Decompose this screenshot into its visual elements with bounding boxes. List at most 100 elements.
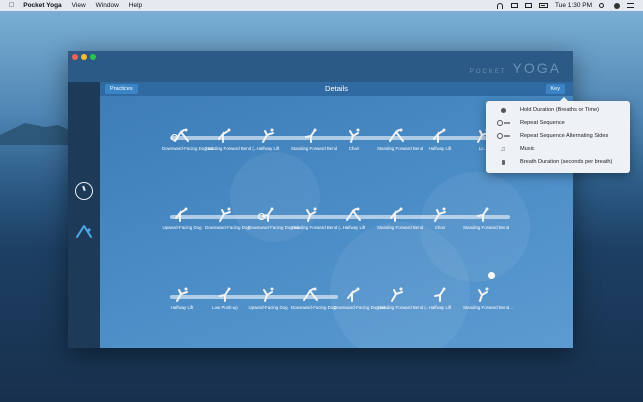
pose-item[interactable]: Standing Forward Bend (... bbox=[377, 286, 430, 310]
brand-pocket: POCKET bbox=[469, 69, 507, 75]
pose-item[interactable]: Downward-Facing Dog bbox=[205, 206, 250, 230]
key-popover: Hold Duration (Breaths or Time) Repeat S… bbox=[486, 97, 630, 173]
pose-label: Standing Forward Bend (... bbox=[377, 305, 430, 310]
pose-label: Low Push-up bbox=[212, 305, 238, 310]
clock[interactable]: Tue 1:30 PM bbox=[555, 2, 592, 9]
key-item: Repeat Sequence bbox=[486, 117, 630, 129]
pose-item[interactable]: Downward-Facing Dog wit... bbox=[334, 286, 389, 310]
pose-figure-icon bbox=[219, 207, 231, 222]
menubar:  Pocket Yoga View Window Help Tue 1:30 … bbox=[0, 0, 643, 11]
user-avatar-icon[interactable] bbox=[614, 2, 620, 9]
timer-icon[interactable] bbox=[75, 182, 93, 200]
pose-figure-icon bbox=[305, 128, 317, 143]
menu-view[interactable]: View bbox=[72, 2, 86, 9]
pose-figure-icon bbox=[347, 287, 360, 302]
pose-item[interactable]: Standing Forward Bend (... bbox=[205, 127, 257, 151]
spotlight-search-icon[interactable] bbox=[599, 2, 607, 9]
menu-app-name[interactable]: Pocket Yoga bbox=[23, 2, 61, 9]
pose-figure-icon bbox=[218, 128, 231, 143]
pose-label: Downward-Facing Dog bbox=[205, 225, 250, 230]
zoom-window-button[interactable] bbox=[90, 54, 96, 60]
pose-item[interactable]: Halfway Lift bbox=[162, 286, 202, 310]
pose-item[interactable]: Low Push-up bbox=[205, 286, 245, 310]
pose-label: Standing Forward Bend... bbox=[463, 305, 513, 310]
pose-item[interactable]: Chair bbox=[334, 127, 374, 151]
pose-figure-icon bbox=[175, 207, 188, 222]
pose-label: Chair bbox=[348, 146, 360, 151]
repeat-alternating-icon bbox=[496, 133, 503, 139]
pose-item[interactable]: Upward-Facing Dog bbox=[248, 286, 288, 310]
key-label: Hold Duration (Breaths or Time) bbox=[520, 107, 599, 113]
pose-figure-icon bbox=[262, 128, 274, 143]
sidebar bbox=[68, 82, 100, 348]
pose-figure-icon bbox=[478, 287, 489, 302]
pose-item[interactable]: Standing Forward Bend bbox=[291, 127, 338, 151]
pose-item[interactable]: Halfway Lift bbox=[420, 286, 460, 310]
pose-item[interactable]: Standing Forward Bend bbox=[377, 206, 423, 230]
pose-label: Upward-Facing Dog bbox=[248, 305, 288, 310]
pose-label: Standing Forward Bend (... bbox=[291, 225, 344, 230]
pose-label: Halfway Lift bbox=[256, 146, 280, 151]
key-label: Repeat Sequence bbox=[520, 120, 565, 126]
notification-center-icon[interactable] bbox=[627, 2, 635, 9]
pose-label: Standing Forward Bend bbox=[377, 146, 424, 151]
app-brand: POCKET YOGA bbox=[470, 60, 561, 76]
pose-item[interactable]: Halfway Lift bbox=[420, 127, 460, 151]
status-area: Tue 1:30 PM bbox=[496, 0, 635, 11]
menu-help[interactable]: Help bbox=[129, 2, 142, 9]
repeat-sequence-icon[interactable] bbox=[258, 213, 265, 220]
pose-item[interactable]: Standing Forward Bend bbox=[463, 206, 510, 230]
key-label: Music bbox=[520, 146, 535, 152]
brand-yoga: YOGA bbox=[512, 60, 561, 76]
wifi-icon[interactable] bbox=[496, 2, 504, 9]
pose-item[interactable]: Standing Forward Bend... bbox=[463, 286, 513, 310]
battery-icon[interactable] bbox=[539, 3, 549, 8]
key-item: Repeat Sequence Alternating Sides bbox=[486, 130, 630, 142]
yoga-pose-icon[interactable] bbox=[75, 222, 93, 240]
pose-figure-icon bbox=[434, 207, 446, 222]
breath-duration-icon bbox=[501, 159, 505, 165]
key-label: Repeat Sequence Alternating Sides bbox=[520, 133, 609, 139]
close-window-button[interactable] bbox=[72, 54, 78, 60]
minimize-window-button[interactable] bbox=[81, 54, 87, 60]
repeat-sequence-icon[interactable] bbox=[171, 134, 178, 141]
pose-figure-icon bbox=[346, 207, 361, 221]
repeat-sequence-icon bbox=[496, 120, 503, 126]
pose-label: Downward-Facing Dog wit... bbox=[162, 146, 217, 151]
airplay-icon[interactable] bbox=[525, 3, 533, 8]
pose-item[interactable]: Downward-Facing Dog wit... bbox=[248, 206, 303, 230]
pose-label: Upward-Facing Dog bbox=[162, 225, 202, 230]
pose-label: Chair bbox=[434, 225, 446, 230]
music-icon: ♫ bbox=[500, 145, 506, 153]
pose-item[interactable]: Downward-Facing Dog wit... bbox=[162, 127, 217, 151]
key-label: Breath Duration (seconds per breath) bbox=[520, 159, 613, 165]
apple-menu-icon[interactable]:  bbox=[9, 2, 14, 9]
menu-window[interactable]: Window bbox=[96, 2, 119, 9]
pose-item[interactable]: Downward-Facing Dog bbox=[291, 286, 336, 310]
pose-figure-icon bbox=[219, 287, 231, 302]
key-button[interactable]: Key bbox=[545, 84, 565, 94]
titlebar[interactable]: POCKET YOGA bbox=[68, 51, 573, 82]
pose-figure-icon bbox=[434, 287, 446, 302]
pose-item[interactable]: Chair bbox=[420, 206, 460, 230]
pose-figure-icon bbox=[176, 287, 188, 302]
key-item: Hold Duration (Breaths or Time) bbox=[486, 104, 630, 116]
pose-figure-icon bbox=[390, 207, 403, 222]
hold-duration-icon[interactable] bbox=[488, 272, 495, 279]
pose-item[interactable]: Standing Forward Bend bbox=[377, 127, 424, 151]
hold-duration-icon bbox=[500, 107, 506, 113]
pose-item[interactable]: Upward-Facing Dog bbox=[162, 206, 202, 230]
display-icon[interactable] bbox=[511, 3, 519, 8]
pose-item[interactable]: Halfway Lift bbox=[248, 127, 288, 151]
pose-label: Standing Forward Bend bbox=[463, 225, 510, 230]
pose-item[interactable]: Halfway Lift bbox=[334, 206, 374, 230]
key-item: ♫ Music bbox=[486, 143, 630, 155]
pose-figure-icon bbox=[306, 207, 317, 222]
pose-label: Halfway Lift bbox=[428, 305, 452, 310]
pose-figure-icon bbox=[303, 287, 318, 301]
pose-figure-icon bbox=[391, 287, 403, 302]
pose-figure-icon bbox=[263, 287, 274, 302]
pose-label: Standing Forward Bend bbox=[291, 146, 338, 151]
pose-item[interactable]: Standing Forward Bend (... bbox=[291, 206, 344, 230]
pose-label: Downward-Facing Dog wit... bbox=[334, 305, 389, 310]
